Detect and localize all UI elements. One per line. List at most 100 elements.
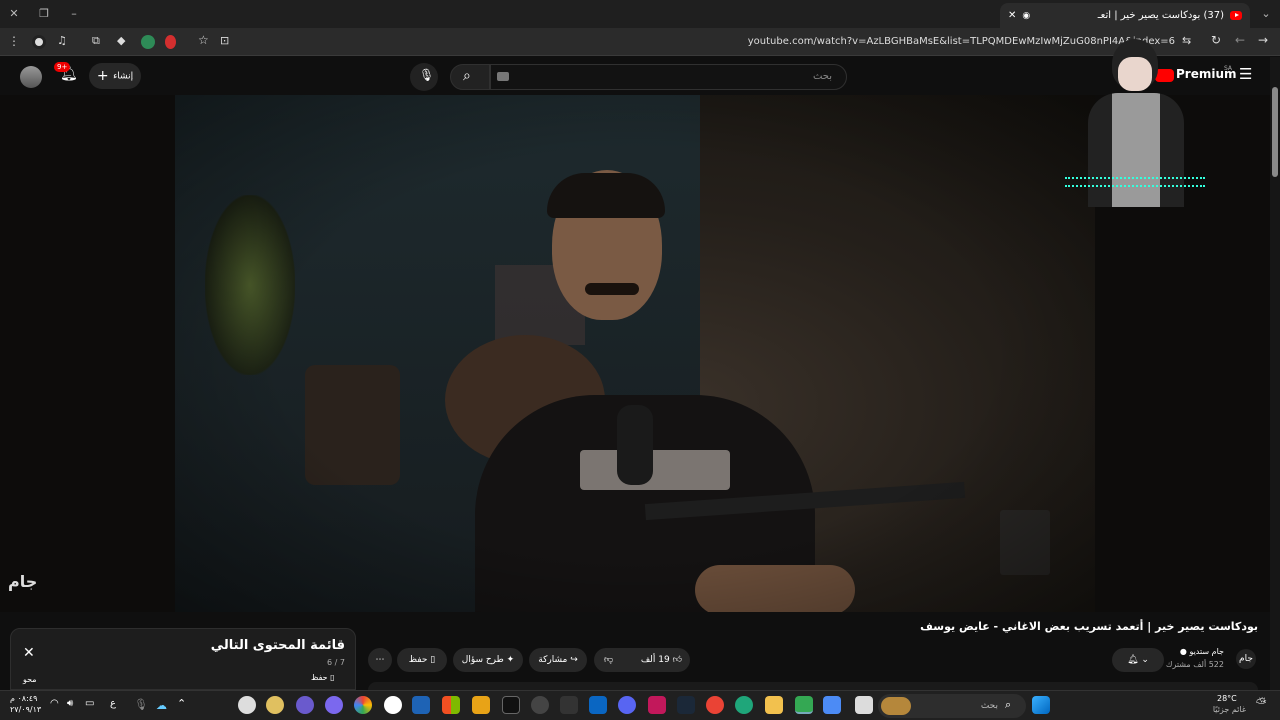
guide-menu-icon[interactable]: ☰ bbox=[1239, 65, 1252, 83]
video-title: بودكاست يصير خير | أتعمد تسريب بعض الاغا… bbox=[920, 620, 1258, 633]
epic-games-icon[interactable] bbox=[502, 696, 520, 714]
bookmark-icon: ▯ bbox=[327, 673, 335, 682]
discord-icon[interactable] bbox=[618, 696, 636, 714]
app-colorful-icon[interactable] bbox=[354, 696, 372, 714]
window-minimize-icon[interactable]: – bbox=[60, 0, 88, 28]
tab-close-icon[interactable]: ✕ bbox=[1008, 10, 1016, 21]
obs-icon[interactable] bbox=[531, 696, 549, 714]
browser-menu-icon[interactable]: ⋮ bbox=[8, 34, 20, 48]
app-violet-icon[interactable] bbox=[296, 696, 314, 714]
tab-search-chevron-icon[interactable]: ⌄ bbox=[1252, 0, 1280, 28]
app-dark-icon[interactable] bbox=[560, 696, 578, 714]
channel-name-text: جام ستديو bbox=[1189, 647, 1224, 656]
language-indicator[interactable]: ع bbox=[110, 698, 116, 709]
save-button[interactable]: ▯ حفظ bbox=[397, 648, 447, 672]
description-box[interactable] bbox=[368, 682, 1258, 690]
avatar-face bbox=[1118, 57, 1152, 91]
app-pink-icon[interactable] bbox=[648, 696, 666, 714]
extensions-icon[interactable]: ⧉ bbox=[92, 34, 100, 48]
install-app-icon[interactable]: ⊡ bbox=[220, 34, 229, 47]
steam-icon[interactable] bbox=[677, 696, 695, 714]
file-explorer-icon[interactable] bbox=[765, 696, 783, 714]
ask-button[interactable]: ✦ طرح سؤال bbox=[453, 648, 523, 672]
weather-desc[interactable]: غائم جزئيًا bbox=[1206, 705, 1246, 714]
app-gold-icon[interactable] bbox=[266, 696, 284, 714]
playlist-clear-button[interactable]: محو bbox=[23, 675, 37, 684]
podcast-logo-watermark bbox=[975, 128, 1050, 156]
reload-icon[interactable]: ↻ bbox=[1211, 33, 1221, 47]
extension-diamond-icon[interactable]: ◆ bbox=[117, 34, 125, 47]
voice-search-button[interactable]: 🎙︎ bbox=[410, 63, 438, 91]
playlist-save-label: حفظ bbox=[311, 673, 328, 682]
save-label: حفظ bbox=[408, 655, 428, 665]
more-horizontal-icon: ⋯ bbox=[375, 655, 385, 665]
channel-avatar[interactable]: جام bbox=[1236, 649, 1256, 669]
search-button[interactable]: ⌕ bbox=[450, 64, 490, 90]
bookmark-star-icon[interactable]: ☆ bbox=[198, 33, 209, 47]
thumbs-down-icon: 👎︎ bbox=[604, 655, 614, 665]
wifi-icon[interactable]: ◠ bbox=[50, 698, 59, 709]
microsoft-icon[interactable] bbox=[442, 696, 460, 714]
app-purple-icon[interactable] bbox=[325, 696, 343, 714]
avatar-jacket bbox=[1088, 93, 1184, 207]
clock-time[interactable]: ٠٨:٤٩ م bbox=[10, 694, 37, 703]
more-actions-button[interactable]: ⋯ bbox=[368, 648, 392, 672]
profile-avatar-icon[interactable] bbox=[32, 35, 46, 49]
clock-date[interactable]: ٢٧/٠٩/١٣ bbox=[10, 705, 41, 714]
back-icon[interactable]: → bbox=[1258, 33, 1268, 47]
youtube-favicon-icon bbox=[1230, 11, 1242, 20]
address-bar[interactable]: youtube.com/watch?v=AzLBGHBaMsE&list=TLP… bbox=[235, 31, 1195, 53]
tab-youtube[interactable]: (37) بودكاست يصير خير | أتعـ ◉ ✕ bbox=[1000, 3, 1250, 28]
channel-name[interactable]: جام ستديو ● bbox=[1180, 647, 1224, 656]
thumbs-up-icon: 👍︎ bbox=[672, 655, 682, 665]
sparkle-icon: ✦ bbox=[503, 655, 515, 665]
playlist-save-button[interactable]: ▯ حفظ bbox=[311, 673, 335, 682]
app-white-icon[interactable] bbox=[384, 696, 402, 714]
like-button[interactable]: 👍︎ 19 ألف bbox=[641, 648, 682, 672]
media-control-icon[interactable]: ♫ bbox=[57, 34, 67, 47]
dislike-button[interactable]: 👎︎ bbox=[604, 648, 613, 672]
store-icon[interactable] bbox=[823, 696, 841, 714]
video-player[interactable] bbox=[175, 95, 1095, 612]
avatar-audio-bars bbox=[1065, 177, 1205, 187]
like-dislike-group: 👍︎ 19 ألف 👎︎ bbox=[594, 648, 690, 672]
window-close-icon[interactable]: ✕ bbox=[0, 0, 28, 28]
like-count: 19 ألف bbox=[640, 655, 670, 665]
task-view-icon[interactable] bbox=[855, 696, 873, 714]
search-highlight-icon bbox=[881, 697, 911, 715]
edge-icon[interactable] bbox=[735, 696, 753, 714]
extension-red-icon[interactable] bbox=[165, 35, 176, 49]
app-blue-icon[interactable] bbox=[412, 696, 430, 714]
page-scrollbar[interactable] bbox=[1270, 57, 1280, 690]
bookmark-icon: ▯ bbox=[427, 655, 436, 665]
subscribed-button[interactable]: ⌄ 🔔︎ bbox=[1112, 648, 1164, 672]
search-input[interactable]: بحث bbox=[490, 64, 847, 90]
browser-tab-strip: ✕ ❐ – + ⌄ (37) بودكاست يصير خير | أتعـ ◉… bbox=[0, 0, 1280, 28]
share-button[interactable]: ↪ مشاركة bbox=[529, 648, 587, 672]
mail-icon[interactable] bbox=[589, 696, 607, 714]
start-button-icon[interactable] bbox=[1032, 696, 1050, 714]
taskbar-search-icon: ⌕ bbox=[1005, 698, 1012, 711]
region-code: SA bbox=[1224, 65, 1233, 72]
keyboard-icon[interactable] bbox=[497, 72, 509, 81]
extension-shield-icon[interactable] bbox=[141, 35, 155, 49]
weather-icon[interactable]: ⛅︎ bbox=[1256, 696, 1266, 711]
battery-tray-icon[interactable]: ▭ bbox=[85, 698, 94, 709]
chrome-active-icon[interactable] bbox=[795, 696, 813, 714]
scrollbar-thumb[interactable] bbox=[1272, 87, 1278, 177]
chrome-icon[interactable] bbox=[706, 696, 724, 714]
volume-icon[interactable]: 🔊︎ bbox=[67, 698, 73, 709]
forward-icon[interactable]: ← bbox=[1235, 33, 1245, 47]
subscriber-count: 522 ألف مشترك bbox=[1165, 660, 1224, 669]
app-gear-icon[interactable] bbox=[238, 696, 256, 714]
mic-tray-icon[interactable]: 🎙︎ bbox=[134, 698, 148, 711]
show-hidden-icons-chevron[interactable]: ⌃ bbox=[177, 697, 186, 710]
onedrive-icon[interactable]: ☁︎ bbox=[156, 699, 167, 712]
app-yellow-icon[interactable] bbox=[472, 696, 490, 714]
tab-audio-icon[interactable]: ◉ bbox=[1022, 11, 1030, 21]
create-button[interactable]: + إنشاء bbox=[89, 63, 141, 89]
account-avatar[interactable] bbox=[20, 66, 42, 88]
window-restore-icon[interactable]: ❐ bbox=[30, 0, 58, 28]
playlist-close-icon[interactable]: ✕ bbox=[23, 645, 35, 661]
weather-temp[interactable]: 28°C bbox=[1217, 694, 1237, 703]
